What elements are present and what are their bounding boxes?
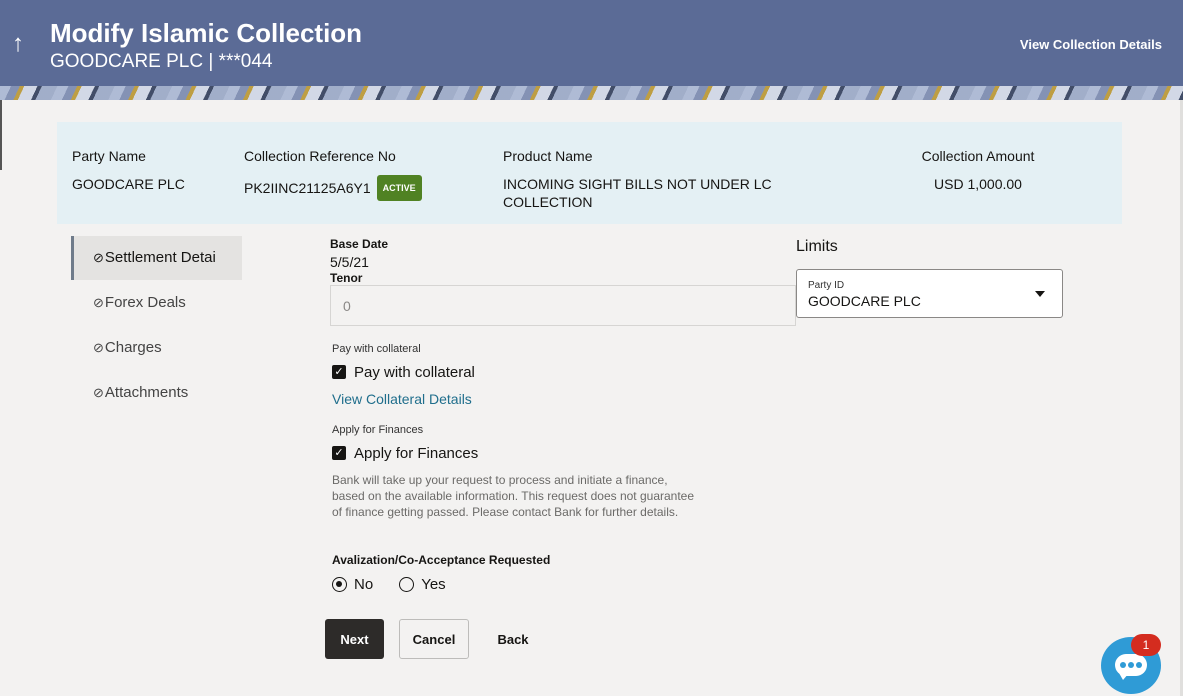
party-id-select[interactable]: Party ID GOODCARE PLC bbox=[796, 269, 1063, 318]
section-nav: ⊘Settlement Detai ⊘Forex Deals ⊘Charges … bbox=[71, 236, 242, 415]
header-pattern bbox=[0, 86, 1183, 100]
view-collection-details-link[interactable]: View Collection Details bbox=[1020, 37, 1162, 52]
back-button[interactable]: Back bbox=[490, 619, 536, 659]
page-title: Modify Islamic Collection bbox=[50, 18, 363, 48]
nav-item-label: Settlement Detai bbox=[104, 249, 216, 266]
reference-value: PK2IINC21125A6Y1 bbox=[244, 180, 371, 196]
product-value-line2: COLLECTION bbox=[503, 194, 593, 210]
nav-item-settlement-details[interactable]: ⊘Settlement Detai bbox=[71, 236, 242, 280]
collection-summary: Party Name GOODCARE PLC Collection Refer… bbox=[57, 122, 1122, 224]
checkmark-icon: ✓ bbox=[332, 365, 346, 379]
radio-label: Yes bbox=[421, 576, 446, 593]
party-name-value: GOODCARE PLC bbox=[72, 176, 185, 192]
nav-item-forex-deals[interactable]: ⊘Forex Deals bbox=[71, 280, 242, 325]
avalization-option-no[interactable]: No bbox=[332, 576, 373, 593]
nav-item-charges[interactable]: ⊘Charges bbox=[71, 325, 242, 370]
page-subtitle: GOODCARE PLC | ***044 bbox=[50, 51, 273, 72]
radio-selected-icon bbox=[332, 577, 347, 592]
nav-item-attachments[interactable]: ⊘Attachments bbox=[71, 370, 242, 415]
party-name-column: Party Name GOODCARE PLC bbox=[72, 147, 185, 193]
view-collateral-details-link[interactable]: View Collateral Details bbox=[332, 391, 472, 407]
product-value-line1: INCOMING SIGHT BILLS NOT UNDER LC bbox=[503, 176, 772, 192]
tenor-label: Tenor bbox=[330, 271, 363, 285]
radio-unselected-icon bbox=[399, 577, 415, 592]
product-label: Product Name bbox=[503, 148, 593, 164]
checkmark-icon: ✓ bbox=[332, 446, 346, 460]
arrow-up-icon[interactable]: ↑ bbox=[12, 30, 24, 58]
base-date-value: 5/5/21 bbox=[330, 254, 369, 270]
cancel-button[interactable]: Cancel bbox=[399, 619, 469, 659]
product-column: Product Name INCOMING SIGHT BILLS NOT UN… bbox=[503, 147, 772, 211]
amount-column: Collection Amount USD 1,000.00 bbox=[915, 147, 1041, 193]
amount-label: Collection Amount bbox=[921, 148, 1035, 164]
check-circle-icon: ⊘ bbox=[93, 295, 104, 310]
amount-value: USD 1,000.00 bbox=[934, 176, 1022, 192]
avalization-label: Avalization/Co-Acceptance Requested bbox=[332, 553, 551, 567]
avalization-radio-group: No Yes bbox=[332, 576, 472, 593]
status-badge: ACTIVE bbox=[376, 175, 422, 201]
chevron-down-icon bbox=[1035, 291, 1045, 297]
pay-with-collateral-checkbox[interactable]: ✓ Pay with collateral bbox=[332, 363, 475, 381]
limits-title: Limits bbox=[796, 238, 838, 255]
chat-bubble-tail bbox=[1119, 673, 1129, 680]
page-header: ↑ Modify Islamic Collection GOODCARE PLC… bbox=[0, 0, 1183, 100]
base-date-label: Base Date bbox=[330, 237, 389, 251]
party-name-label: Party Name bbox=[72, 148, 146, 164]
party-id-value: GOODCARE PLC bbox=[808, 293, 921, 309]
avalization-option-yes[interactable]: Yes bbox=[399, 576, 446, 593]
next-button[interactable]: Next bbox=[325, 619, 384, 659]
collateral-section-label: Pay with collateral bbox=[332, 343, 421, 355]
collateral-checkbox-label: Pay with collateral bbox=[354, 363, 475, 381]
reference-column: Collection Reference No PK2IINC21125A6Y1… bbox=[244, 147, 422, 201]
reference-label: Collection Reference No bbox=[244, 148, 396, 164]
finance-checkbox-label: Apply for Finances bbox=[354, 444, 479, 462]
radio-label: No bbox=[354, 576, 374, 593]
check-circle-icon: ⊘ bbox=[93, 340, 104, 355]
check-circle-icon: ⊘ bbox=[93, 385, 104, 400]
page-edge bbox=[0, 100, 2, 170]
nav-item-label: Forex Deals bbox=[104, 294, 186, 311]
notification-badge: 1 bbox=[1131, 634, 1161, 656]
nav-item-label: Attachments bbox=[104, 384, 189, 401]
apply-for-finances-checkbox[interactable]: ✓ Apply for Finances bbox=[332, 444, 478, 462]
party-id-label: Party ID bbox=[808, 280, 845, 291]
check-circle-icon: ⊘ bbox=[93, 250, 104, 265]
nav-item-label: Charges bbox=[104, 339, 162, 356]
finance-note: Bank will take up your request to proces… bbox=[332, 473, 695, 519]
finance-section-label: Apply for Finances bbox=[332, 424, 424, 436]
tenor-input[interactable]: 0 bbox=[330, 285, 796, 326]
